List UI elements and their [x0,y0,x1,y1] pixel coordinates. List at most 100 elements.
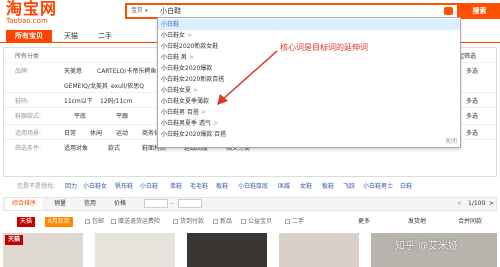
filter-check-label: 二手 [292,218,305,225]
suggestion-item[interactable]: 小白鞋 [158,19,460,30]
search-button[interactable]: 搜索 [459,3,500,19]
suggestions-close-button[interactable]: 关闭 [445,136,457,145]
related-item[interactable]: 女鞋 [300,181,312,193]
taobao-logo[interactable]: 淘宝网 Taobao.com [6,0,58,26]
related-item[interactable]: 帆布鞋 [115,181,133,193]
scene-multi[interactable]: 多选 [466,128,478,137]
tab-secondhand[interactable]: 二手 [88,30,122,42]
ship-from-select[interactable]: 发货地 [408,216,426,228]
suggestion-item[interactable]: 小白鞋女夏季薄款 [158,96,460,107]
filter-free-shipping[interactable]: 包邮 [85,216,104,228]
merge-same-items[interactable]: 合并同款 [458,216,482,228]
brand-item[interactable]: exull/依思Q [111,81,144,90]
related-item[interactable]: 小白鞋女 [83,181,107,193]
brand-item[interactable]: 天美意 [64,66,82,75]
filter-charity[interactable]: 公益宝贝 [241,216,272,228]
filter-check-label: 赠送退货运费险 [118,218,161,225]
suggestion-item[interactable]: 小白鞋女2020爆款 [158,63,460,74]
size-multi[interactable]: 多选 [466,96,478,105]
chevron-right-icon: > [212,120,218,127]
conditions-label: 筛选条件: [15,145,42,152]
brand-item[interactable]: CARTELO/卡帝乐鳄鱼 [97,66,156,75]
brand-multi[interactable]: 多选 [466,66,478,75]
prev-page-button[interactable]: < [457,198,462,210]
scene-label: 适用场景: [15,130,42,137]
tab-tmall[interactable]: 天猫 [54,30,88,42]
style-item[interactable]: 平跟 [116,111,128,120]
tmall-filter-badge[interactable]: 天猫 [17,217,36,227]
sort-comprehensive[interactable]: 综合排序 [6,198,43,210]
filter-secondhand[interactable]: 二手 [285,216,304,228]
suggestion-item[interactable]: 小白鞋男 百搭 > [158,107,460,118]
brand-item[interactable]: GEMEIQ/戈美其 [64,81,108,90]
product-card[interactable] [95,233,175,267]
suggestion-item[interactable]: 小白鞋男夏季 透气 > [158,118,460,129]
related-label: 您是不是想找: [17,183,56,190]
checkbox-icon [173,219,178,224]
annotation-text: 核心词是目标词的延伸词 [280,43,368,52]
size-item[interactable]: 12码/11cm [100,96,132,105]
zhihu-watermark: 知乎 @艾米娅 [395,241,459,252]
related-item[interactable]: 单鞋 [170,181,182,193]
category-label[interactable]: 所有分类 [15,51,39,60]
page-indicator: 1/100 [468,200,486,207]
search-suggestions: 小白鞋 小白鞋女 > 小白鞋2020新款女鞋 小白鞋 男 > 小白鞋女2020爆款 … [157,17,461,148]
search-type-select[interactable]: 宝贝 ▾ [131,5,148,17]
related-item[interactable]: 飞跃 [343,181,355,193]
suggestion-item[interactable]: 小白鞋女夏 > [158,85,460,96]
price-min-input[interactable] [144,199,168,208]
related-item[interactable]: 板鞋 [216,181,228,193]
sale-filter-badge[interactable]: 6月狂欢 [45,217,73,227]
suggestion-item[interactable]: 小白鞋女 > [158,30,460,41]
related-item[interactable]: 小白鞋 [140,181,158,193]
related-item[interactable]: 匡威 [278,181,290,193]
suggestion-text: 小白鞋 男 [161,54,187,61]
style-item[interactable]: 平底 [74,111,86,120]
filter-return-insurance[interactable]: 赠送退货运费险 [111,216,160,228]
price-max-input[interactable] [178,199,202,208]
suggestion-text: 小白鞋男 百搭 [161,109,199,116]
related-item[interactable]: 回力 [65,181,77,193]
related-item[interactable]: 毛毛鞋 [190,181,208,193]
product-card[interactable] [187,233,267,267]
suggestion-item[interactable]: 小白鞋女2020爆款 百搭 [158,129,460,140]
more-filters[interactable]: 更多 [358,216,370,228]
scene-item[interactable]: 日常 [64,128,76,137]
style-multi[interactable]: 多选 [466,111,478,120]
filter-new[interactable]: 新品 [213,216,232,228]
scene-item[interactable]: 休闲 [90,128,102,137]
filter-cod[interactable]: 货到付款 [173,216,204,228]
sort-credit[interactable]: 信用 [84,198,96,210]
sort-price[interactable]: 价格 [114,198,126,210]
suggestion-text: 小白鞋男夏季 透气 [161,120,211,127]
camera-icon[interactable] [444,7,453,15]
chevron-right-icon: > [200,109,206,116]
suggestion-text: 小白鞋女 [161,32,186,39]
tab-all[interactable]: 所有宝贝 [6,30,52,42]
sort-bar: 综合排序 销量 信用 价格 - < 1/100 > [3,197,497,211]
checkbox-icon [241,219,246,224]
checkbox-icon [285,219,290,224]
size-item[interactable]: 11cm以下 [64,96,93,105]
related-item[interactable]: 板鞋 [322,181,334,193]
size-label: 鞋码: [15,98,30,105]
quick-filter-row: 天猫 6月狂欢 包邮 赠送退货运费险 货到付款 新品 公益宝贝 二手 更多 发货… [3,216,497,228]
checkbox-icon [213,219,218,224]
condition-item[interactable]: 款式 [108,143,120,152]
product-card[interactable]: 天猫 [3,233,83,267]
suggestion-item[interactable]: 小白鞋 男 > [158,52,460,63]
suggestion-text: 小白鞋女2020爆款 百搭 [161,131,227,138]
chevron-down-icon: ▾ [145,8,148,14]
logo-text: 淘宝网 [6,0,58,18]
related-item[interactable]: 白鞋 [400,181,412,193]
sort-sales[interactable]: 销量 [54,198,66,210]
related-item[interactable]: 小白鞋男士 [363,181,393,193]
related-item[interactable]: 小白鞋厚底 [238,181,268,193]
scene-item[interactable]: 运动 [116,128,128,137]
next-page-button[interactable]: > [489,198,494,210]
suggestion-text: 小白鞋女夏季薄款 [161,98,210,105]
search-input[interactable] [160,5,430,17]
suggestion-item[interactable]: 小白鞋女2020新款百搭 [158,74,460,85]
product-card[interactable] [279,233,359,267]
condition-item[interactable]: 适用对象 [64,143,88,152]
